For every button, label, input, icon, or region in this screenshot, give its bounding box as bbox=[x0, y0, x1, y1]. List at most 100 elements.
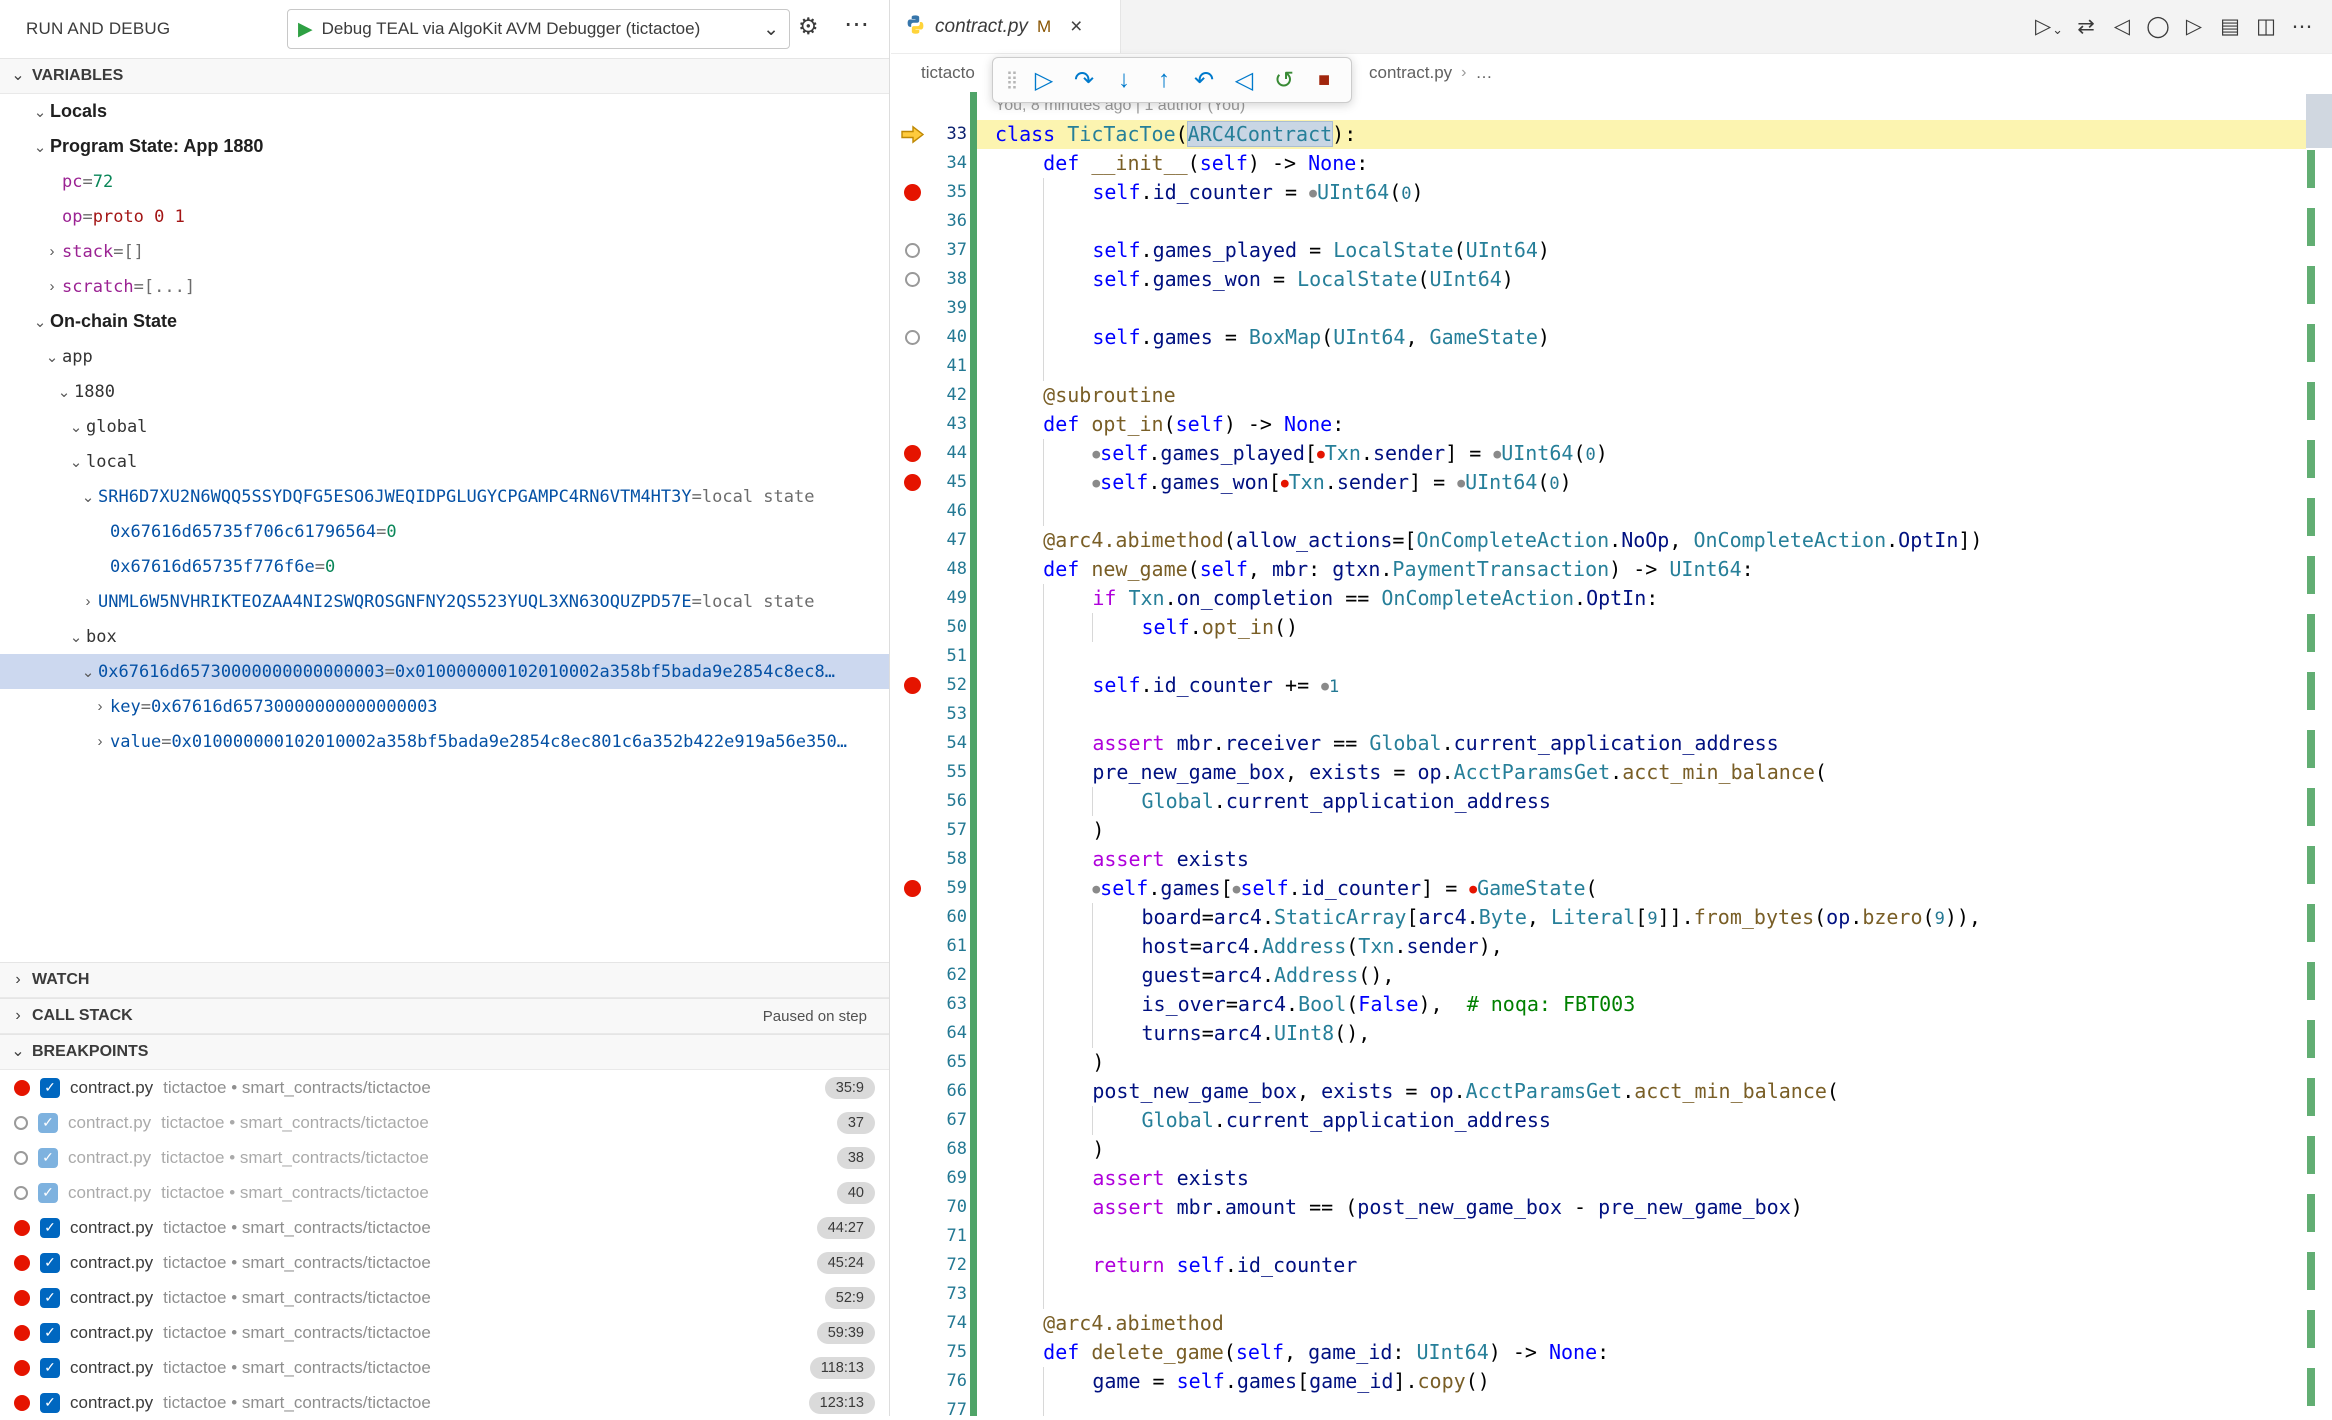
tree-row[interactable]: ›UNML6W5NVHRIKTEOZAA4NI2SWQROSGNFNY2QS52… bbox=[0, 584, 889, 619]
continue-button[interactable]: ▷ bbox=[1024, 60, 1064, 100]
twistie-icon[interactable]: ⌄ bbox=[30, 138, 50, 156]
close-icon[interactable]: × bbox=[1070, 15, 1082, 39]
glyph-margin[interactable] bbox=[891, 816, 933, 845]
breakpoint-icon[interactable] bbox=[891, 439, 933, 468]
glyph-margin[interactable] bbox=[891, 758, 933, 787]
glyph-margin[interactable] bbox=[891, 1309, 933, 1338]
tree-row[interactable]: ›key = 0x67616d65730000000000000003 bbox=[0, 689, 889, 724]
open-changes-button[interactable]: ⇄ bbox=[2068, 7, 2104, 47]
step-over-button[interactable]: ↷ bbox=[1064, 60, 1104, 100]
breakpoint-unverified-icon[interactable] bbox=[891, 236, 933, 265]
tree-row[interactable]: 0x67616d65735f706c61796564 = 0 bbox=[0, 514, 889, 549]
glyph-margin[interactable] bbox=[891, 1338, 933, 1367]
glyph-margin[interactable] bbox=[891, 961, 933, 990]
glyph-margin[interactable] bbox=[891, 1106, 933, 1135]
glyph-margin[interactable] bbox=[891, 1251, 933, 1280]
breakpoint-checkbox[interactable]: ✓ bbox=[40, 1358, 60, 1378]
start-debugging-icon[interactable]: ▶ bbox=[298, 20, 313, 39]
twistie-icon[interactable]: › bbox=[42, 278, 62, 295]
tree-row[interactable]: ⌄app bbox=[0, 339, 889, 374]
glyph-margin[interactable] bbox=[891, 497, 933, 526]
stop-button[interactable]: ■ bbox=[1304, 60, 1344, 100]
scrollbar-slider[interactable] bbox=[2306, 94, 2332, 148]
breakpoint-row[interactable]: ✓contract.pytictactoe • smart_contracts/… bbox=[0, 1280, 889, 1315]
tree-row[interactable]: ⌄0x67616d65730000000000000003 = 0x010000… bbox=[0, 654, 889, 689]
call-stack-section-header[interactable]: › CALL STACK Paused on step bbox=[0, 998, 889, 1034]
breadcrumb-right[interactable]: contract.py›… bbox=[1369, 63, 1492, 83]
glyph-margin[interactable] bbox=[891, 932, 933, 961]
glyph-margin[interactable] bbox=[891, 1019, 933, 1048]
debug-current-line-arrow[interactable] bbox=[891, 120, 933, 149]
tree-row[interactable]: ⌄On-chain State bbox=[0, 304, 889, 339]
breakpoint-row[interactable]: ✓contract.pytictactoe • smart_contracts/… bbox=[0, 1385, 889, 1420]
twistie-icon[interactable]: ⌄ bbox=[30, 103, 50, 121]
tree-row[interactable]: ⌄global bbox=[0, 409, 889, 444]
glyph-margin[interactable] bbox=[891, 845, 933, 874]
drag-handle[interactable]: ⣿ bbox=[1000, 60, 1024, 100]
glyph-margin[interactable] bbox=[891, 1367, 933, 1396]
glyph-margin[interactable] bbox=[891, 381, 933, 410]
glyph-margin[interactable] bbox=[891, 294, 933, 323]
tree-row[interactable]: ⌄Locals bbox=[0, 94, 889, 129]
glyph-margin[interactable] bbox=[891, 1164, 933, 1193]
twistie-icon[interactable]: › bbox=[90, 733, 110, 750]
glyph-margin[interactable] bbox=[891, 207, 933, 236]
breakpoint-icon[interactable] bbox=[891, 178, 933, 207]
breakpoints-section-header[interactable]: ⌄ BREAKPOINTS bbox=[0, 1034, 889, 1070]
twistie-icon[interactable]: ⌄ bbox=[78, 663, 98, 681]
breakpoint-icon[interactable] bbox=[891, 874, 933, 903]
glyph-margin[interactable] bbox=[891, 1222, 933, 1251]
glyph-margin[interactable] bbox=[891, 729, 933, 758]
glyph-margin[interactable] bbox=[891, 352, 933, 381]
step-out-button[interactable]: ↑ bbox=[1144, 60, 1184, 100]
step-back-button[interactable]: ↶ bbox=[1184, 60, 1224, 100]
breakpoint-checkbox[interactable]: ✓ bbox=[40, 1218, 60, 1238]
twistie-icon[interactable]: ⌄ bbox=[30, 313, 50, 331]
breakpoint-icon[interactable] bbox=[891, 671, 933, 700]
glyph-margin[interactable] bbox=[891, 555, 933, 584]
watch-section-header[interactable]: › WATCH bbox=[0, 962, 889, 998]
breakpoint-checkbox[interactable]: ✓ bbox=[38, 1148, 58, 1168]
glyph-margin[interactable] bbox=[891, 526, 933, 555]
breadcrumb-segment[interactable]: … bbox=[1475, 63, 1492, 83]
twistie-icon[interactable]: › bbox=[90, 698, 110, 715]
breakpoint-checkbox[interactable]: ✓ bbox=[40, 1288, 60, 1308]
twistie-icon[interactable]: ⌄ bbox=[66, 453, 86, 471]
breakpoint-checkbox[interactable]: ✓ bbox=[40, 1323, 60, 1343]
glyph-margin[interactable] bbox=[891, 1135, 933, 1164]
glyph-margin[interactable] bbox=[891, 1048, 933, 1077]
twistie-icon[interactable]: ⌄ bbox=[66, 418, 86, 436]
tree-row[interactable]: ⌄1880 bbox=[0, 374, 889, 409]
twistie-icon[interactable]: › bbox=[78, 593, 98, 610]
twistie-icon[interactable]: ⌄ bbox=[42, 348, 62, 366]
breadcrumb-segment[interactable]: contract.py bbox=[1369, 63, 1452, 83]
glyph-margin[interactable] bbox=[891, 787, 933, 816]
glyph-margin[interactable] bbox=[891, 700, 933, 729]
breakpoint-unverified-icon[interactable] bbox=[891, 323, 933, 352]
tree-row[interactable]: ⌄local bbox=[0, 444, 889, 479]
glyph-margin[interactable] bbox=[891, 149, 933, 178]
breakpoint-checkbox[interactable]: ✓ bbox=[38, 1113, 58, 1133]
go-back-button[interactable]: ◁ bbox=[2104, 7, 2140, 47]
tree-row[interactable]: ›value = 0x010000000102010002a358bf5bada… bbox=[0, 724, 889, 759]
breakpoint-row[interactable]: ✓contract.pytictactoe • smart_contracts/… bbox=[0, 1070, 889, 1105]
tree-row[interactable]: op = proto 0 1 bbox=[0, 199, 889, 234]
breakpoint-row[interactable]: ✓contract.pytictactoe • smart_contracts/… bbox=[0, 1210, 889, 1245]
twistie-icon[interactable]: ⌄ bbox=[54, 383, 74, 401]
tree-row[interactable]: ⌄box bbox=[0, 619, 889, 654]
glyph-margin[interactable] bbox=[891, 1193, 933, 1222]
glyph-margin[interactable] bbox=[891, 1396, 933, 1416]
breakpoint-checkbox[interactable]: ✓ bbox=[40, 1253, 60, 1273]
step-into-button[interactable]: ↓ bbox=[1104, 60, 1144, 100]
glyph-margin[interactable] bbox=[891, 613, 933, 642]
breadcrumb-segment[interactable]: tictacto bbox=[921, 63, 975, 83]
tree-row[interactable]: ›stack = [] bbox=[0, 234, 889, 269]
glyph-margin[interactable] bbox=[891, 990, 933, 1019]
gear-icon[interactable]: ⚙ bbox=[798, 13, 819, 40]
tree-row[interactable]: ›scratch = [...] bbox=[0, 269, 889, 304]
tree-row[interactable]: ⌄Program State: App 1880 bbox=[0, 129, 889, 164]
run-python-button[interactable]: ▷⌄ bbox=[2030, 7, 2068, 47]
glyph-margin[interactable] bbox=[891, 92, 933, 120]
restart-button[interactable]: ↺ bbox=[1264, 60, 1304, 100]
breakpoint-checkbox[interactable]: ✓ bbox=[40, 1393, 60, 1413]
